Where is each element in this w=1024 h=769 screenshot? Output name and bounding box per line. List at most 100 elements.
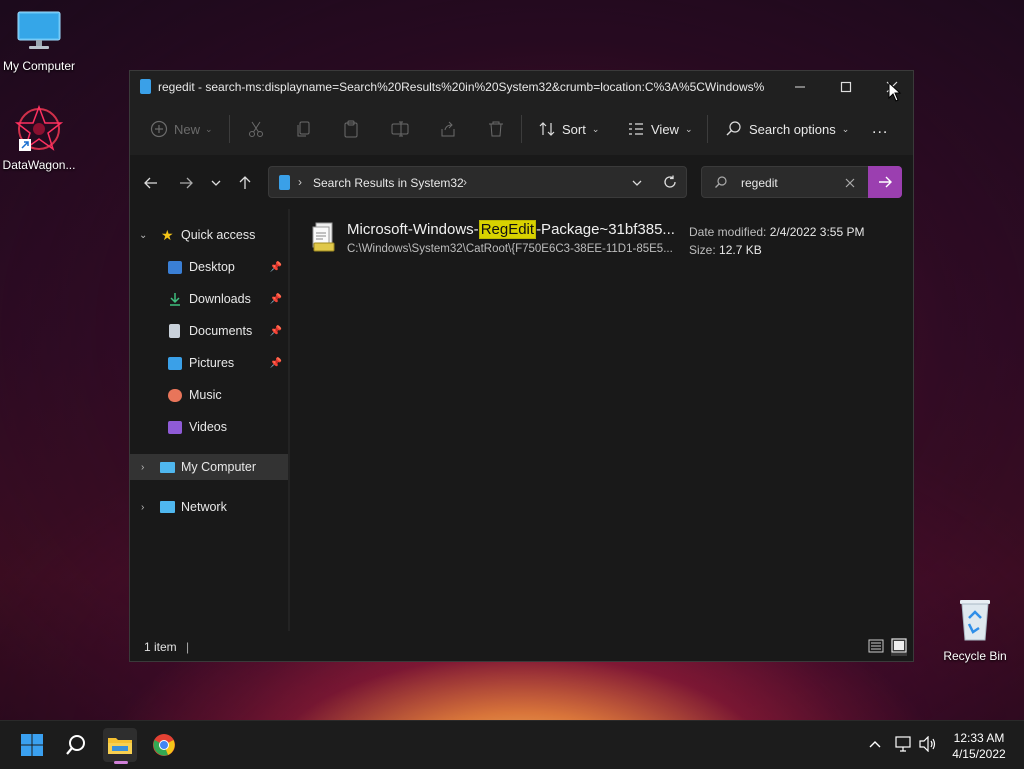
chevron-down-icon [211,180,221,186]
nav-item-music[interactable]: Music [130,382,288,408]
view-button[interactable]: View ⌄ [627,118,693,140]
date-modified-label: Date modified: [689,225,767,239]
result-file-name[interactable]: Microsoft-Windows- RegEdit -Package~31bf38… [347,220,675,239]
search-options-button[interactable]: Search options ⌄ [725,118,849,140]
volume-button[interactable] [919,735,937,757]
paste-button[interactable] [342,118,360,140]
view-list-icon [629,123,643,135]
search-term-highlight: RegEdit [478,220,537,239]
nav-item-pictures[interactable]: Pictures 📌 [130,350,288,376]
nav-quick-access[interactable]: ⌄ ★ Quick access [130,222,288,248]
desktop-icon-recycle-bin[interactable]: Recycle Bin [933,596,1017,663]
search-icon [714,175,728,194]
search-options-icon [726,121,741,136]
nav-item-desktop[interactable]: Desktop 📌 [130,254,288,280]
address-bar[interactable]: › Search Results in System32 › [268,166,687,198]
minimize-button[interactable] [777,71,823,103]
copy-button[interactable] [295,118,313,140]
address-history-button[interactable] [631,176,643,194]
recycle-bin-icon [960,600,990,641]
result-item[interactable]: Microsoft-Windows- RegEdit -Package~31bf38… [308,219,888,263]
file-explorer-window: regedit - search-ms:displayname=Search%2… [129,70,914,662]
search-input[interactable]: regedit [741,176,778,190]
clock-time: 12:33 AM [953,731,1005,745]
chevron-down-icon: ⌄ [591,123,600,134]
large-icons-view-button[interactable] [891,638,907,656]
rename-button[interactable] [391,118,409,140]
address-row: › Search Results in System32 › regedit [130,155,913,209]
new-button[interactable]: New ⌄ [150,118,213,140]
scissors-icon [249,121,263,137]
desktop-icon-label: My Computer [2,59,76,73]
nav-item-label: Desktop [189,260,235,274]
refresh-icon [664,175,676,188]
pin-icon: 📌 [269,357,282,369]
search-go-button[interactable] [868,166,902,198]
chevron-right-icon: › [141,501,145,513]
desktop-icon-my-computer[interactable]: My Computer [0,10,81,73]
copy-icon [297,121,310,137]
chrome-taskbar-button[interactable] [147,728,181,762]
result-file-path: C:\Windows\System32\CatRoot\{F750E6C3-38… [347,243,673,255]
sort-icon [539,122,555,136]
title-bar[interactable]: regedit - search-ms:displayname=Search%2… [130,71,913,103]
up-button[interactable] [234,173,256,193]
show-hidden-icons-button[interactable] [868,737,882,755]
recent-locations-button[interactable] [205,173,227,193]
breadcrumb[interactable]: Search Results in System32 [313,176,464,190]
file-name-suffix: -Package~31bf385... [536,221,675,238]
clock[interactable]: 12:33 AM 4/15/2022 [946,730,1012,762]
chevron-up-icon [869,741,881,748]
file-explorer-taskbar-button[interactable] [103,728,137,764]
arrow-up-icon [239,176,251,189]
arrow-right-icon [879,176,892,188]
desktop-icon-label: Recycle Bin [943,649,1007,663]
desktop-icon-datawagon[interactable]: DataWagon... [0,104,81,172]
cut-button[interactable] [247,118,265,140]
close-icon [845,178,855,188]
search-button[interactable] [59,728,93,762]
nav-item-label: Music [189,388,222,402]
app-shortcut-icon [14,104,64,151]
videos-icon [168,420,182,434]
nav-item-videos[interactable]: Videos [130,414,288,440]
result-date-modified: Date modified: 2/4/2022 3:55 PM [689,225,864,239]
nav-item-label: Documents [189,324,253,338]
nav-item-documents[interactable]: Documents 📌 [130,318,288,344]
network-icon [895,736,911,752]
details-view-button[interactable] [868,639,884,656]
file-name-prefix: Microsoft-Windows- [347,221,479,238]
nav-item-downloads[interactable]: Downloads 📌 [130,286,288,312]
nav-item-label: Videos [189,420,227,434]
command-bar: New ⌄ Sort ⌄ View ⌄ Search options ⌄ ... [130,103,913,156]
chevron-down-icon: ⌄ [684,123,693,134]
share-button[interactable] [439,118,457,140]
delete-button[interactable] [487,118,505,140]
monitor-icon [17,11,61,49]
maximize-icon [840,81,852,93]
maximize-button[interactable] [823,71,869,103]
chevron-down-icon: ⌄ [205,123,213,134]
network-status-button[interactable] [895,736,913,757]
item-count: 1 item [144,640,177,654]
arrow-left-icon [144,177,157,189]
sort-button-label: Sort [562,121,586,137]
plus-circle-icon [150,120,168,138]
new-button-label: New [174,121,201,137]
nav-item-my-computer[interactable]: › My Computer [130,454,288,480]
desktop-icon-label: DataWagon... [2,158,76,172]
nav-item-network[interactable]: › Network [130,494,288,520]
forward-button[interactable] [175,173,197,193]
refresh-button[interactable] [663,175,677,194]
pictures-icon [168,356,182,370]
start-button[interactable] [15,728,49,762]
nav-item-label: My Computer [181,460,257,474]
breadcrumb-chevron-icon: › [463,175,467,189]
result-size: Size: 12.7 KB [689,243,762,257]
clipboard-icon [344,120,358,138]
rename-icon [391,121,409,137]
clear-search-button[interactable] [844,176,856,194]
more-options-button[interactable]: ... [872,118,888,140]
sort-button[interactable]: Sort ⌄ [538,118,599,140]
back-button[interactable] [140,173,162,193]
